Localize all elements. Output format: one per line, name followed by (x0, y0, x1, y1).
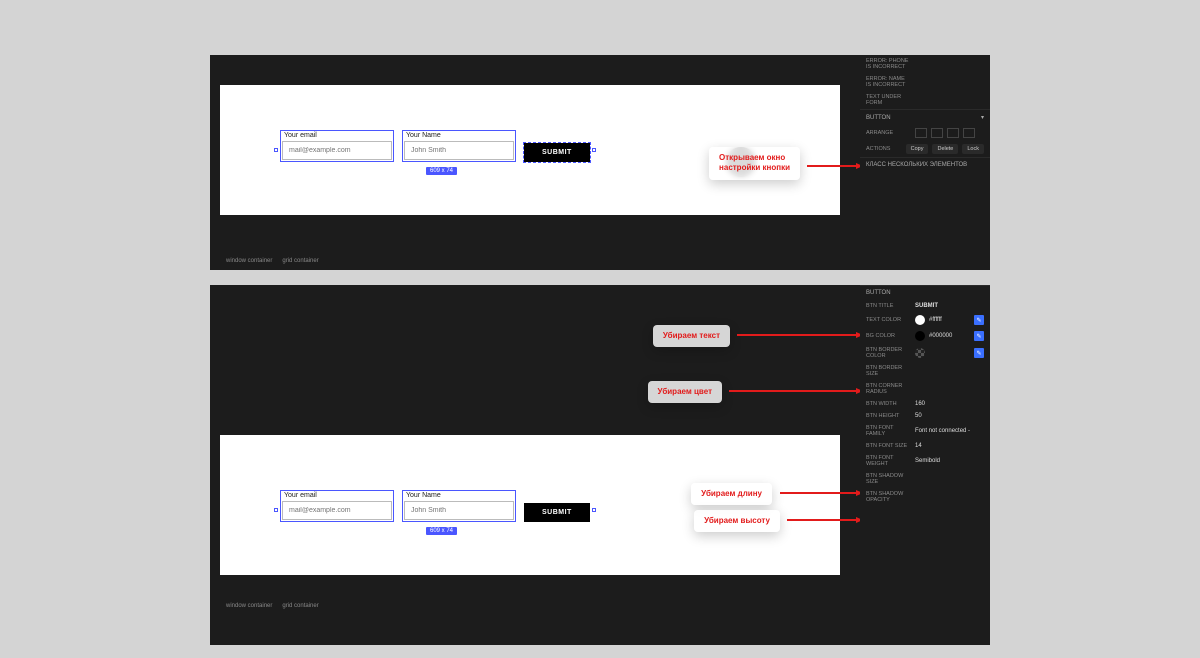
selection-handle[interactable] (592, 508, 596, 512)
email-field: Your email (280, 490, 394, 522)
btn-width-row: BTN WIDTH 160 (860, 398, 990, 410)
chevron-down-icon: ▾ (981, 114, 984, 121)
canvas-bottom[interactable]: Your email Your Name SUBMIT 609 x 74 win… (210, 285, 860, 645)
submit-button[interactable]: SUBMIT (524, 503, 590, 522)
name-field: Your Name (402, 490, 516, 522)
callout-open-settings: Открываем окно настройки кнопки (709, 147, 800, 180)
edit-icon[interactable]: ✎ (974, 315, 984, 325)
size-badge: 609 x 74 (426, 167, 457, 175)
section-button[interactable]: BUTTON ▾ (860, 109, 990, 125)
font-family-select[interactable]: Font not connected - (915, 428, 984, 434)
arrange-opt[interactable] (931, 128, 943, 138)
text-color-swatch[interactable] (915, 315, 925, 325)
font-family-row: BTN FONT FAMILY Font not connected - (860, 422, 990, 440)
multi-class-label: КЛАСС НЕСКОЛЬКИХ ЭЛЕМЕНТОВ (860, 157, 990, 172)
breadcrumb-b[interactable]: grid container (282, 603, 318, 609)
submit-button[interactable]: SUBMIT (524, 143, 590, 162)
arrange-row: ARRANGE (860, 125, 990, 141)
breadcrumb: window container grid container (226, 603, 319, 609)
font-size-row: BTN FONT SIZE 14 (860, 440, 990, 452)
arrange-opt[interactable] (963, 128, 975, 138)
canvas-top[interactable]: Your email Your Name SUBMIT 609 x 74 win… (210, 55, 860, 270)
name-input[interactable] (404, 141, 514, 160)
actions-row: ACTIONS Copy Delete Lock (860, 141, 990, 157)
arrange-opt[interactable] (915, 128, 927, 138)
selection-handle[interactable] (592, 148, 596, 152)
editor-panel-top: Your email Your Name SUBMIT 609 x 74 win… (210, 55, 990, 270)
border-color-swatch[interactable] (915, 348, 925, 358)
btn-height-row: BTN HEIGHT 50 (860, 410, 990, 422)
breadcrumb-a[interactable]: window container (226, 258, 272, 264)
error-phone: ERROR: PHONE IS INCORRECT (866, 58, 911, 70)
breadcrumb-a[interactable]: window container (226, 603, 272, 609)
editor-panel-bottom: Your email Your Name SUBMIT 609 x 74 win… (210, 285, 990, 645)
btn-height-input[interactable]: 50 (915, 413, 984, 419)
shadow-size-row: BTN SHADOW SIZE (860, 470, 990, 488)
section-button[interactable]: BUTTON (860, 285, 990, 300)
border-color-row: BTN BORDER COLOR ✎ (860, 344, 990, 362)
form-row: Your email Your Name SUBMIT (280, 490, 590, 522)
email-input[interactable] (282, 141, 392, 160)
selection-handle[interactable] (274, 508, 278, 512)
delete-button[interactable]: Delete (932, 144, 958, 154)
edit-icon[interactable]: ✎ (974, 348, 984, 358)
border-size-row: BTN BORDER SIZE (860, 362, 990, 380)
arrange-opt[interactable] (947, 128, 959, 138)
callout-remove-color: Убираем цвет (648, 381, 722, 403)
copy-button[interactable]: Copy (906, 144, 929, 154)
form-row: Your email Your Name SUBMIT (280, 130, 590, 162)
email-field: Your email (280, 130, 394, 162)
callout-remove-width: Убираем длину (691, 483, 772, 505)
edit-icon[interactable]: ✎ (974, 331, 984, 341)
breadcrumb: window container grid container (226, 258, 319, 264)
callout-remove-text: Убираем текст (653, 325, 730, 347)
breadcrumb-b[interactable]: grid container (282, 258, 318, 264)
text-color-row: TEXT COLOR #ffffff ✎ (860, 312, 990, 328)
corner-radius-row: BTN CORNER RADIUS (860, 380, 990, 398)
name-field: Your Name (402, 130, 516, 162)
lock-button[interactable]: Lock (962, 144, 984, 154)
selection-handle[interactable] (274, 148, 278, 152)
name-label: Your Name (404, 492, 514, 499)
properties-panel-top: ERROR: PHONE IS INCORRECT ERROR: NAME IS… (860, 55, 990, 270)
font-size-input[interactable]: 14 (915, 443, 984, 449)
btn-width-input[interactable]: 160 (915, 401, 984, 407)
font-weight-select[interactable]: Semibold (915, 458, 984, 464)
callout-remove-height: Убираем высоту (694, 510, 780, 532)
properties-panel-bottom: BUTTON BTN TITLE SUBMIT TEXT COLOR #ffff… (860, 285, 990, 645)
email-label: Your email (282, 132, 392, 139)
arrow-icon (729, 390, 860, 392)
arrow-icon (737, 334, 860, 336)
error-name: ERROR: NAME IS INCORRECT (866, 76, 911, 88)
size-badge: 609 x 74 (426, 527, 457, 535)
arrow-icon (780, 492, 860, 494)
bg-color-row: BG COLOR #000000 ✎ (860, 328, 990, 344)
arrow-icon (787, 519, 860, 521)
name-input[interactable] (404, 501, 514, 520)
btn-title-input[interactable]: SUBMIT (915, 303, 984, 309)
name-label: Your Name (404, 132, 514, 139)
text-under-form: TEXT UNDER FORM (866, 94, 911, 106)
email-input[interactable] (282, 501, 392, 520)
font-weight-row: BTN FONT WEIGHT Semibold (860, 452, 990, 470)
email-label: Your email (282, 492, 392, 499)
arrow-icon (807, 165, 860, 167)
btn-title-row: BTN TITLE SUBMIT (860, 300, 990, 312)
bg-color-swatch[interactable] (915, 331, 925, 341)
shadow-opacity-row: BTN SHADOW OPACITY (860, 488, 990, 506)
